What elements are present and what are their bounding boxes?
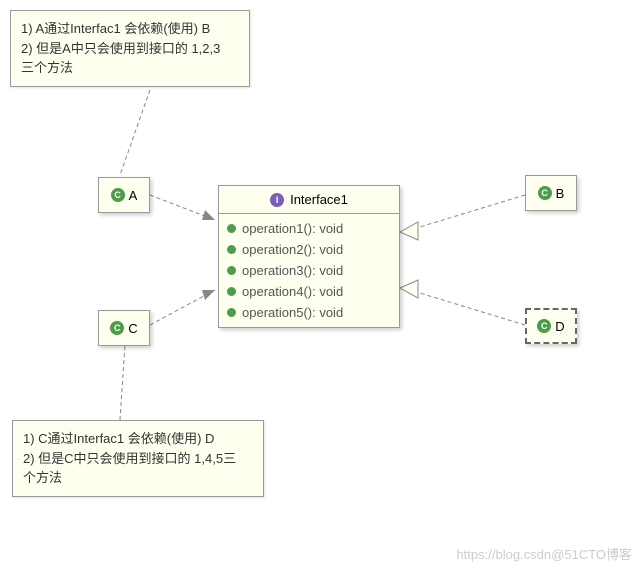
class-label: B [556, 186, 565, 201]
class-a[interactable]: C A [98, 177, 150, 213]
class-icon: C [537, 319, 551, 333]
class-c[interactable]: C C [98, 310, 150, 346]
class-d[interactable]: C D [525, 308, 577, 344]
class-icon: C [111, 188, 125, 202]
watermark: https://blog.csdn@51CTO博客 [456, 544, 632, 563]
operation-label: operation5(): void [242, 305, 343, 320]
class-label: C [128, 321, 137, 336]
note-line: 2) 但是A中只会使用到接口的 1,2,3 [21, 39, 239, 59]
interface-header: I Interface1 [219, 186, 399, 214]
operation-row: operation2(): void [219, 239, 399, 260]
class-label: D [555, 319, 564, 334]
operation-row: operation4(): void [219, 281, 399, 302]
operation-label: operation2(): void [242, 242, 343, 257]
note-line: 2) 但是C中只会使用到接口的 1,4,5三 [23, 449, 253, 469]
interface-name: Interface1 [290, 192, 348, 207]
operation-row: operation3(): void [219, 260, 399, 281]
interface-box[interactable]: I Interface1 operation1(): void operatio… [218, 185, 400, 328]
interface-icon: I [270, 193, 284, 207]
method-icon [227, 308, 236, 317]
note-line: 三个方法 [21, 58, 239, 78]
note-c-usage: 1) C通过Interfac1 会依赖(使用) D 2) 但是C中只会使用到接口… [12, 420, 264, 497]
interface-operations: operation1(): void operation2(): void op… [219, 214, 399, 327]
note-a-usage: 1) A通过Interfac1 会依赖(使用) B 2) 但是A中只会使用到接口… [10, 10, 250, 87]
method-icon [227, 224, 236, 233]
note-line: 个方法 [23, 468, 253, 488]
class-icon: C [110, 321, 124, 335]
operation-row: operation5(): void [219, 302, 399, 323]
class-icon: C [538, 186, 552, 200]
operation-row: operation1(): void [219, 218, 399, 239]
note-line: 1) C通过Interfac1 会依赖(使用) D [23, 429, 253, 449]
class-label: A [129, 188, 138, 203]
method-icon [227, 287, 236, 296]
operation-label: operation1(): void [242, 221, 343, 236]
note-line: 1) A通过Interfac1 会依赖(使用) B [21, 19, 239, 39]
method-icon [227, 245, 236, 254]
class-b[interactable]: C B [525, 175, 577, 211]
operation-label: operation3(): void [242, 263, 343, 278]
method-icon [227, 266, 236, 275]
operation-label: operation4(): void [242, 284, 343, 299]
